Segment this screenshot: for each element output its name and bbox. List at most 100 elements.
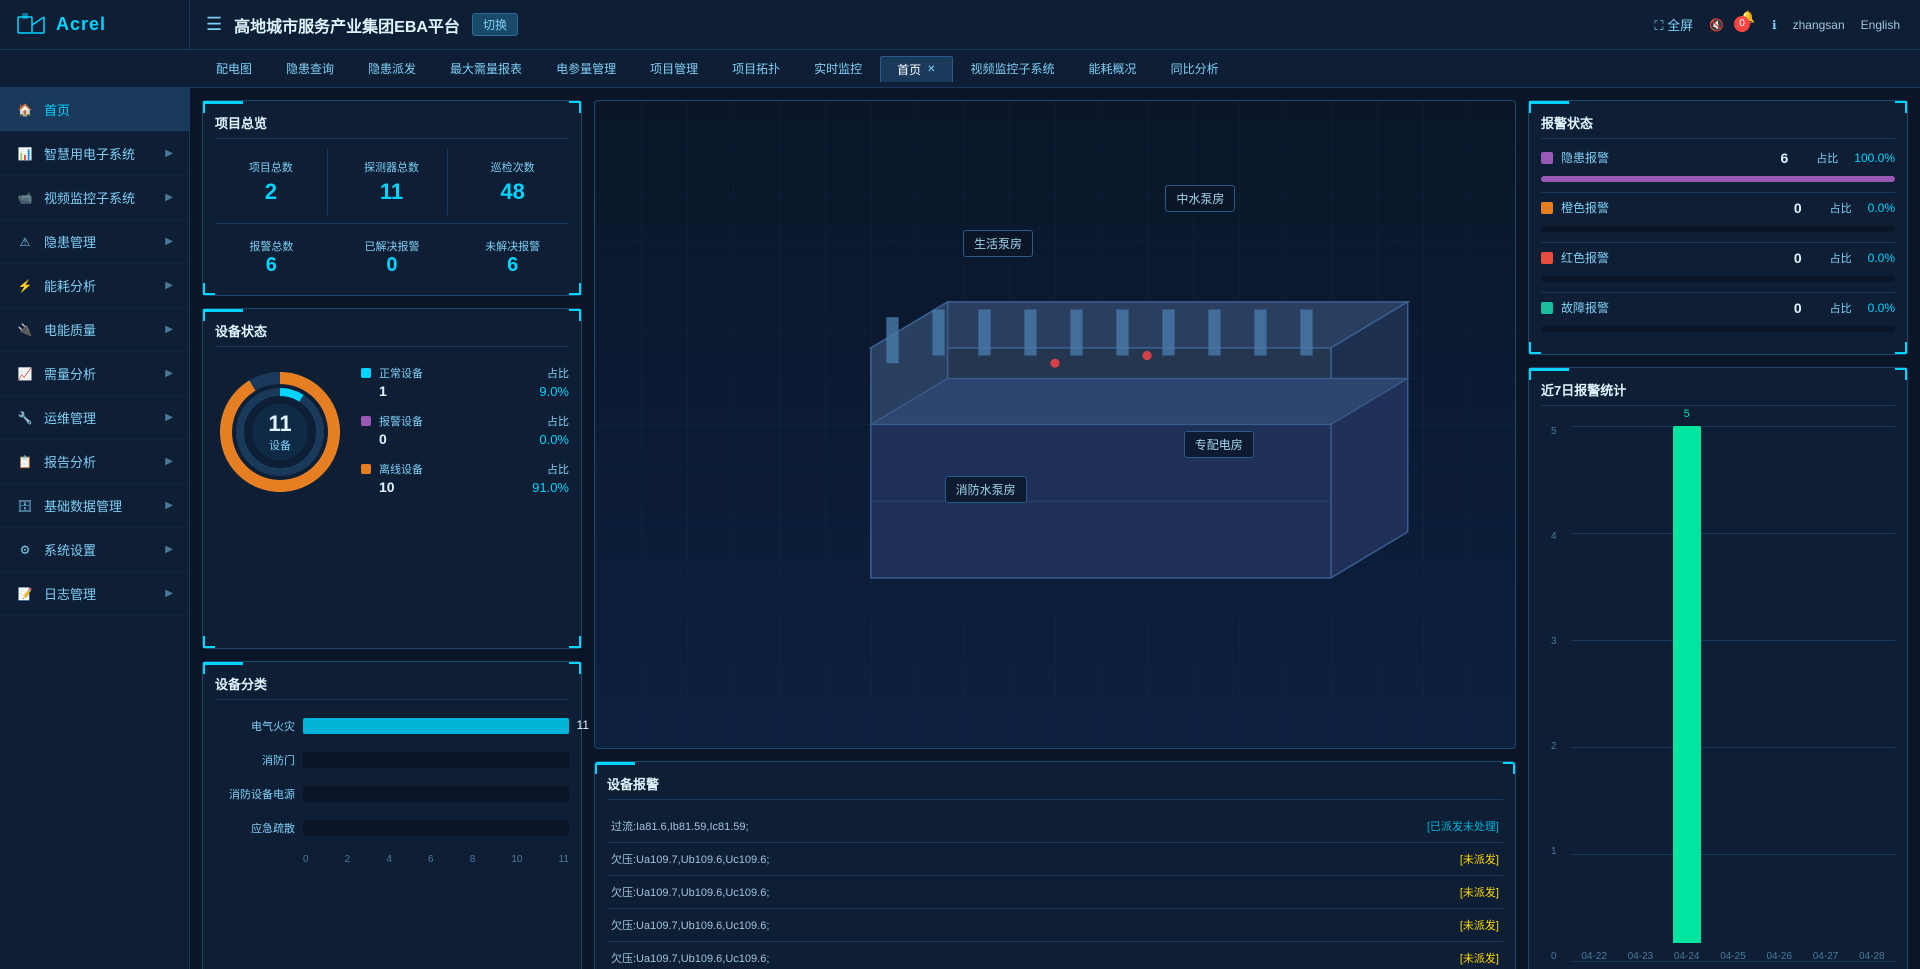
notification-area[interactable]: 🔔0: [1740, 10, 1756, 40]
mute-icon[interactable]: 🔇: [1709, 18, 1724, 32]
device-alert-title: 设备报警: [607, 774, 1503, 800]
database-icon: 🗄: [16, 499, 34, 513]
sidebar-item-smart-elec[interactable]: 📊 智慧用电子系统 ▶: [0, 132, 189, 176]
device-status-title: 设备状态: [215, 321, 569, 347]
arrow-icon: ▶: [165, 544, 173, 555]
log-icon: 📝: [16, 587, 34, 601]
seven-day-stats-panel: 近7日报警统计 5 4 3 2 1 0: [1528, 367, 1908, 969]
warning-icon: ⚠: [16, 235, 34, 249]
alarm-item-orange: 橙色报警 0 占比 0.0%: [1541, 199, 1895, 216]
arrow-icon: ▶: [165, 236, 173, 247]
bar-row-0: 电气火灾 11: [215, 718, 569, 734]
alarm-device-color: [361, 416, 371, 426]
sidebar-item-energy[interactable]: ⚡ 能耗分析 ▶: [0, 264, 189, 308]
tab-tongbifenxi[interactable]: 同比分析: [1155, 56, 1235, 81]
proj-stat-unresolved: 未解决报警 6: [456, 232, 569, 283]
menu-icon[interactable]: ☰: [206, 14, 222, 35]
red-alarm-dot: [1541, 252, 1553, 264]
v-bar-5: 04-27: [1802, 426, 1848, 962]
tab-zuidade[interactable]: 最大需量报表: [434, 56, 538, 81]
arrow-icon: ▶: [165, 280, 173, 291]
tab-xiangmuguanli[interactable]: 项目管理: [634, 56, 714, 81]
project-overview-panel: 项目总览 项目总数 2 探测器总数 11 巡检次数 48: [202, 100, 582, 296]
sidebar-item-basic-data[interactable]: 🗄 基础数据管理 ▶: [0, 484, 189, 528]
settings-icon: ⚙: [16, 543, 34, 557]
alert-row-2: 欠压:Ua109.7,Ub109.6,Uc109.6; [未派发]: [607, 876, 1503, 909]
device-classification-panel: 设备分类 电气火灾 11 消防门: [202, 661, 582, 969]
sidebar-item-demand[interactable]: 📈 需量分析 ▶: [0, 352, 189, 396]
tab-xiangmutuopu[interactable]: 项目拓扑: [716, 56, 796, 81]
arrow-icon: ▶: [165, 412, 173, 423]
sidebar: 🏠 首页 📊 智慧用电子系统 ▶ 📹 视频监控子系统 ▶ ⚠ 隐患管理 ▶ ⚡ …: [0, 88, 190, 969]
sidebar-item-hidden-danger[interactable]: ⚠ 隐患管理 ▶: [0, 220, 189, 264]
arrow-icon: ▶: [165, 192, 173, 203]
device-alert-panel: 设备报警 过流:Ia81.6,Ib81.59,Ic81.59; [已派发未处理]…: [594, 761, 1516, 969]
tab-shouye[interactable]: 首页 ✕: [880, 56, 952, 82]
demand-icon: 📈: [16, 367, 34, 381]
arrow-icon: ▶: [165, 368, 173, 379]
switch-button[interactable]: 切换: [472, 13, 518, 36]
device-donut-chart: 11 设备: [215, 367, 345, 497]
logo-icon: [16, 9, 48, 41]
v-bar-2: 5 04-24: [1664, 426, 1710, 962]
tab-peidianytu[interactable]: 配电图: [200, 56, 268, 81]
alarm-item-red: 红色报警 0 占比 0.0%: [1541, 249, 1895, 266]
label-fire-pump: 消防水泵房: [945, 476, 1027, 503]
y-axis: 5 4 3 2 1 0: [1551, 426, 1557, 962]
tab-yinhuanpaifa[interactable]: 隐患派发: [352, 56, 432, 81]
smart-elec-icon: 📊: [16, 147, 34, 161]
alarm-status-title: 报警状态: [1541, 113, 1895, 139]
v-bar-0: 04-22: [1571, 426, 1617, 962]
normal-device-color: [361, 368, 371, 378]
tab-shipin[interactable]: 视频监控子系统: [955, 56, 1071, 81]
tab-yinhuanchaxun[interactable]: 隐患查询: [270, 56, 350, 81]
bar-xaxis: 024681011: [215, 854, 569, 865]
bar-row-1: 消防门: [215, 752, 569, 768]
alert-row-4: 欠压:Ua109.7,Ub109.6,Uc109.6; [未派发]: [607, 942, 1503, 969]
alarm-item-fault: 故障报警 0 占比 0.0%: [1541, 299, 1895, 316]
sidebar-item-report[interactable]: 📋 报告分析 ▶: [0, 440, 189, 484]
label-power-room: 专配电房: [1184, 431, 1254, 458]
language-selector[interactable]: English: [1861, 18, 1900, 32]
alarm-item-hidden: 隐患报警 6 占比 100.0%: [1541, 149, 1895, 166]
nav-tabs: 配电图 隐患查询 隐患派发 最大需量报表 电参量管理 项目管理 项目拓扑 实时监…: [0, 50, 1920, 88]
logo-area: Acrel: [0, 0, 190, 49]
username: zhangsan: [1793, 18, 1845, 32]
tab-diancanliang[interactable]: 电参量管理: [540, 56, 632, 81]
alarm-bar-red: [1541, 276, 1895, 282]
v-bar-1: 04-23: [1617, 426, 1663, 962]
bar-chart-vertical: 04-22 04-23 5 04-24: [1571, 426, 1895, 962]
v-bar-3: 04-25: [1710, 426, 1756, 962]
tab-nenghaogaikuang[interactable]: 能耗概况: [1073, 56, 1153, 81]
proj-overview-title: 项目总览: [215, 113, 569, 139]
bar-row-3: 应急疏散: [215, 820, 569, 836]
alarm-bar-fault: [1541, 326, 1895, 332]
label-life-pump: 生活泵房: [963, 230, 1033, 257]
tab-shishijiankong[interactable]: 实时监控: [798, 56, 878, 81]
sidebar-item-log[interactable]: 📝 日志管理 ▶: [0, 572, 189, 616]
sidebar-item-home[interactable]: 🏠 首页: [0, 88, 189, 132]
offline-device-color: [361, 464, 371, 474]
fullscreen-icon[interactable]: ⛶ 全屏: [1654, 15, 1693, 34]
alert-row-1: 欠压:Ua109.7,Ub109.6,Uc109.6; [未派发]: [607, 843, 1503, 876]
ops-icon: 🔧: [16, 411, 34, 425]
energy-icon: ⚡: [16, 279, 34, 293]
tab-close-icon[interactable]: ✕: [927, 64, 935, 75]
alarm-status-panel: 报警状态 隐患报警 6 占比 100.0% 橙色报警: [1528, 100, 1908, 355]
arrow-icon: ▶: [165, 324, 173, 335]
bar-row-2: 消防设备电源: [215, 786, 569, 802]
help-icon[interactable]: ℹ: [1772, 18, 1777, 32]
alarm-bar-hidden: [1541, 176, 1895, 182]
label-water-pump: 中水泵房: [1165, 185, 1235, 212]
proj-stat-inspections: 巡检次数 48: [456, 149, 569, 215]
proj-stat-sensors: 探测器总数 11: [336, 149, 449, 215]
alarm-bar-orange: [1541, 226, 1895, 232]
sidebar-item-video[interactable]: 📹 视频监控子系统 ▶: [0, 176, 189, 220]
sidebar-item-settings[interactable]: ⚙ 系统设置 ▶: [0, 528, 189, 572]
sidebar-item-power-quality[interactable]: 🔌 电能质量 ▶: [0, 308, 189, 352]
device-status-panel: 设备状态 11: [202, 308, 582, 649]
proj-stat-projects: 项目总数 2: [215, 149, 328, 215]
device-classification-title: 设备分类: [215, 674, 569, 700]
sidebar-item-ops[interactable]: 🔧 运维管理 ▶: [0, 396, 189, 440]
arrow-icon: ▶: [165, 456, 173, 467]
